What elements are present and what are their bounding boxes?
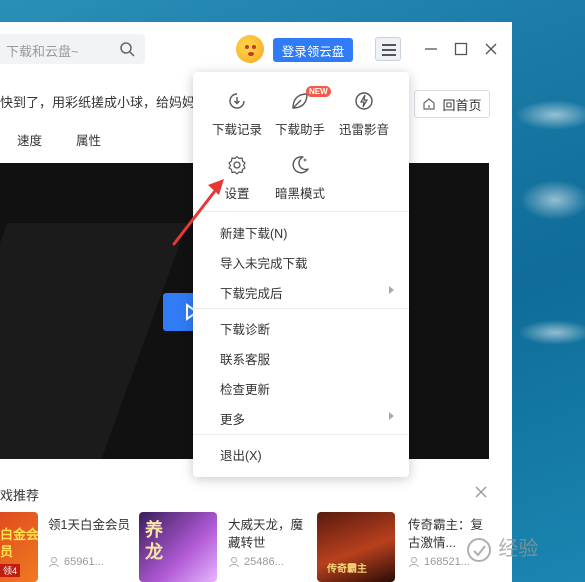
card-thumb-text: 养龙 — [145, 520, 163, 563]
menu-item-import-unfinished[interactable]: 导入未完成下载 — [220, 253, 308, 272]
watermark-text: 经验 — [498, 536, 539, 560]
menu-tile-label: 暗黑模式 — [274, 187, 325, 201]
home-button-label: 回首页 — [442, 97, 482, 113]
home-icon — [423, 98, 436, 110]
tab-properties[interactable]: 属性 — [76, 130, 101, 149]
submenu-arrow-icon — [389, 286, 394, 294]
menu-item-check-update[interactable]: 检查更新 — [220, 379, 270, 398]
tab-speed[interactable]: 速度 — [17, 130, 42, 149]
card-player-count: 65961... — [48, 556, 104, 568]
user-icon — [409, 557, 419, 568]
card-thumbnail: 传奇霸主 — [317, 512, 395, 582]
menu-item-after-complete[interactable]: 下载完成后 — [220, 283, 283, 302]
card-thumb-text: 白金会员 — [0, 527, 38, 559]
login-button[interactable]: 登录领云盘 — [273, 38, 353, 62]
recommend-card[interactable]: 养龙 大威天龙，魔藏转世 25486... — [139, 512, 309, 582]
menu-divider — [193, 434, 409, 435]
menu-item-more[interactable]: 更多 — [220, 409, 245, 428]
recommend-title: 戏推荐 — [0, 488, 40, 503]
gear-icon — [228, 155, 246, 175]
card-count-value: 168521... — [424, 556, 470, 568]
maximize-icon[interactable] — [451, 39, 471, 59]
submenu-arrow-icon — [389, 412, 394, 420]
card-thumb-badge: 领4 — [0, 564, 21, 577]
main-menu-button[interactable] — [375, 37, 401, 61]
card-title: 领1天白金会员 — [48, 518, 130, 532]
water-glint — [515, 100, 585, 130]
home-button[interactable]: 回首页 — [414, 90, 490, 118]
menu-tile-dark-mode[interactable]: 暗黑模式 — [270, 154, 330, 202]
menu-tile-download-history[interactable]: 下载记录 — [207, 90, 267, 138]
water-glint — [518, 320, 585, 345]
menu-tile-label: 下载助手 — [274, 123, 325, 137]
menu-item-exit[interactable]: 退出(X) — [220, 445, 262, 464]
moon-icon — [292, 156, 309, 174]
user-icon — [49, 557, 59, 568]
watermark-logo-icon — [467, 537, 491, 562]
new-badge: NEW — [306, 86, 331, 97]
menu-item-diagnose[interactable]: 下载诊断 — [220, 319, 270, 338]
title-bar: 下载和云盘~ 登录领云盘 — [0, 22, 512, 74]
menu-tile-label: 迅雷影音 — [338, 123, 389, 137]
card-count-value: 25486... — [244, 556, 284, 568]
search-box[interactable]: 下载和云盘~ — [0, 34, 145, 64]
card-thumb-text: 传奇霸主 — [327, 564, 367, 575]
menu-tile-label: 下载记录 — [211, 123, 262, 137]
card-count-value: 65961... — [64, 556, 104, 568]
card-thumbnail: 白金会员 领4 — [0, 512, 38, 582]
menu-item-contact-support[interactable]: 联系客服 — [220, 349, 270, 368]
menu-tile-settings[interactable]: 设置 — [207, 154, 267, 202]
menu-item-new-download[interactable]: 新建下载(N) — [220, 223, 287, 242]
minimize-icon[interactable] — [421, 39, 441, 59]
close-icon[interactable] — [481, 39, 501, 59]
search-icon[interactable] — [119, 41, 135, 57]
notice-text[interactable]: 快到了，用彩纸搓成小球，给妈妈做一 — [0, 92, 221, 111]
menu-tile-label: 设置 — [224, 187, 250, 201]
user-icon — [229, 557, 239, 568]
watermark: 经验 — [466, 532, 556, 562]
menu-divider — [193, 211, 409, 212]
card-thumbnail: 养龙 — [139, 512, 217, 582]
card-player-count: 168521... — [408, 556, 470, 568]
main-menu-dropdown: 下载记录 下载助手 NEW 迅雷影音 设置 暗黑模式 新建下载(N) 导入未完成… — [193, 72, 409, 477]
search-input[interactable]: 下载和云盘~ — [6, 41, 79, 60]
avatar[interactable] — [236, 35, 264, 63]
menu-divider — [193, 308, 409, 309]
recommend-close-icon[interactable] — [474, 485, 488, 499]
water-glint — [520, 180, 585, 220]
clock-download-icon — [229, 93, 245, 109]
video-backdrop — [0, 223, 188, 459]
recommend-card[interactable]: 白金会员 领4 领1天白金会员 65961... — [0, 512, 130, 582]
card-player-count: 25486... — [228, 556, 284, 568]
thunder-player-icon — [355, 92, 373, 110]
card-title: 大威天龙，魔藏转世 — [228, 518, 304, 550]
menu-tile-thunder-player[interactable]: 迅雷影音 — [334, 90, 394, 138]
menu-tile-download-assistant[interactable]: 下载助手 — [270, 90, 330, 138]
